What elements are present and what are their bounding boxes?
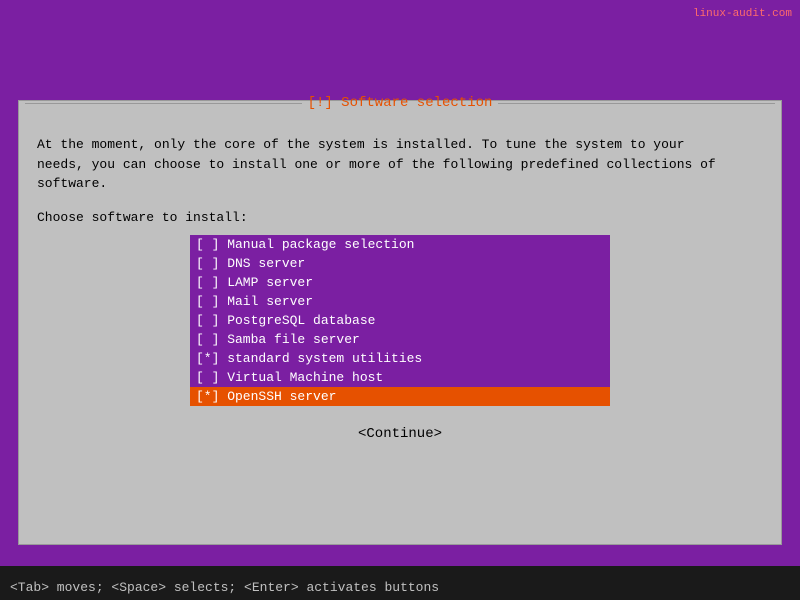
title-line-right	[498, 103, 775, 104]
dialog-title: [!] Software selection	[308, 95, 493, 111]
desc-line1: At the moment, only the core of the syst…	[37, 137, 685, 152]
description-text: At the moment, only the core of the syst…	[37, 135, 763, 194]
bottom-border	[0, 566, 800, 574]
status-text: <Tab> moves; <Space> selects; <Enter> ac…	[10, 580, 439, 595]
list-item-openssh[interactable]: [*] OpenSSH server	[190, 387, 610, 406]
title-line-left	[25, 103, 302, 104]
continue-button[interactable]: <Continue>	[346, 424, 454, 444]
desc-line3: software.	[37, 176, 107, 191]
list-item-vm[interactable]: [ ] Virtual Machine host	[190, 368, 610, 387]
software-selection-dialog: [!] Software selection At the moment, on…	[18, 100, 782, 545]
list-item-samba[interactable]: [ ] Samba file server	[190, 330, 610, 349]
choose-label: Choose software to install:	[37, 210, 763, 225]
dialog-body: At the moment, only the core of the syst…	[19, 125, 781, 454]
desc-line2: needs, you can choose to install one or …	[37, 157, 716, 172]
list-item-manual[interactable]: [ ] Manual package selection	[190, 235, 610, 254]
list-item-mail[interactable]: [ ] Mail server	[190, 292, 610, 311]
continue-btn-container: <Continue>	[37, 424, 763, 444]
list-item-standard[interactable]: [*] standard system utilities	[190, 349, 610, 368]
dialog-title-bar: [!] Software selection	[19, 91, 781, 115]
list-item-postgresql[interactable]: [ ] PostgreSQL database	[190, 311, 610, 330]
status-bar: <Tab> moves; <Space> selects; <Enter> ac…	[0, 574, 800, 600]
software-list: [ ] Manual package selection[ ] DNS serv…	[190, 235, 610, 406]
watermark: linux-audit.com	[693, 8, 792, 20]
list-item-lamp[interactable]: [ ] LAMP server	[190, 273, 610, 292]
list-item-dns[interactable]: [ ] DNS server	[190, 254, 610, 273]
